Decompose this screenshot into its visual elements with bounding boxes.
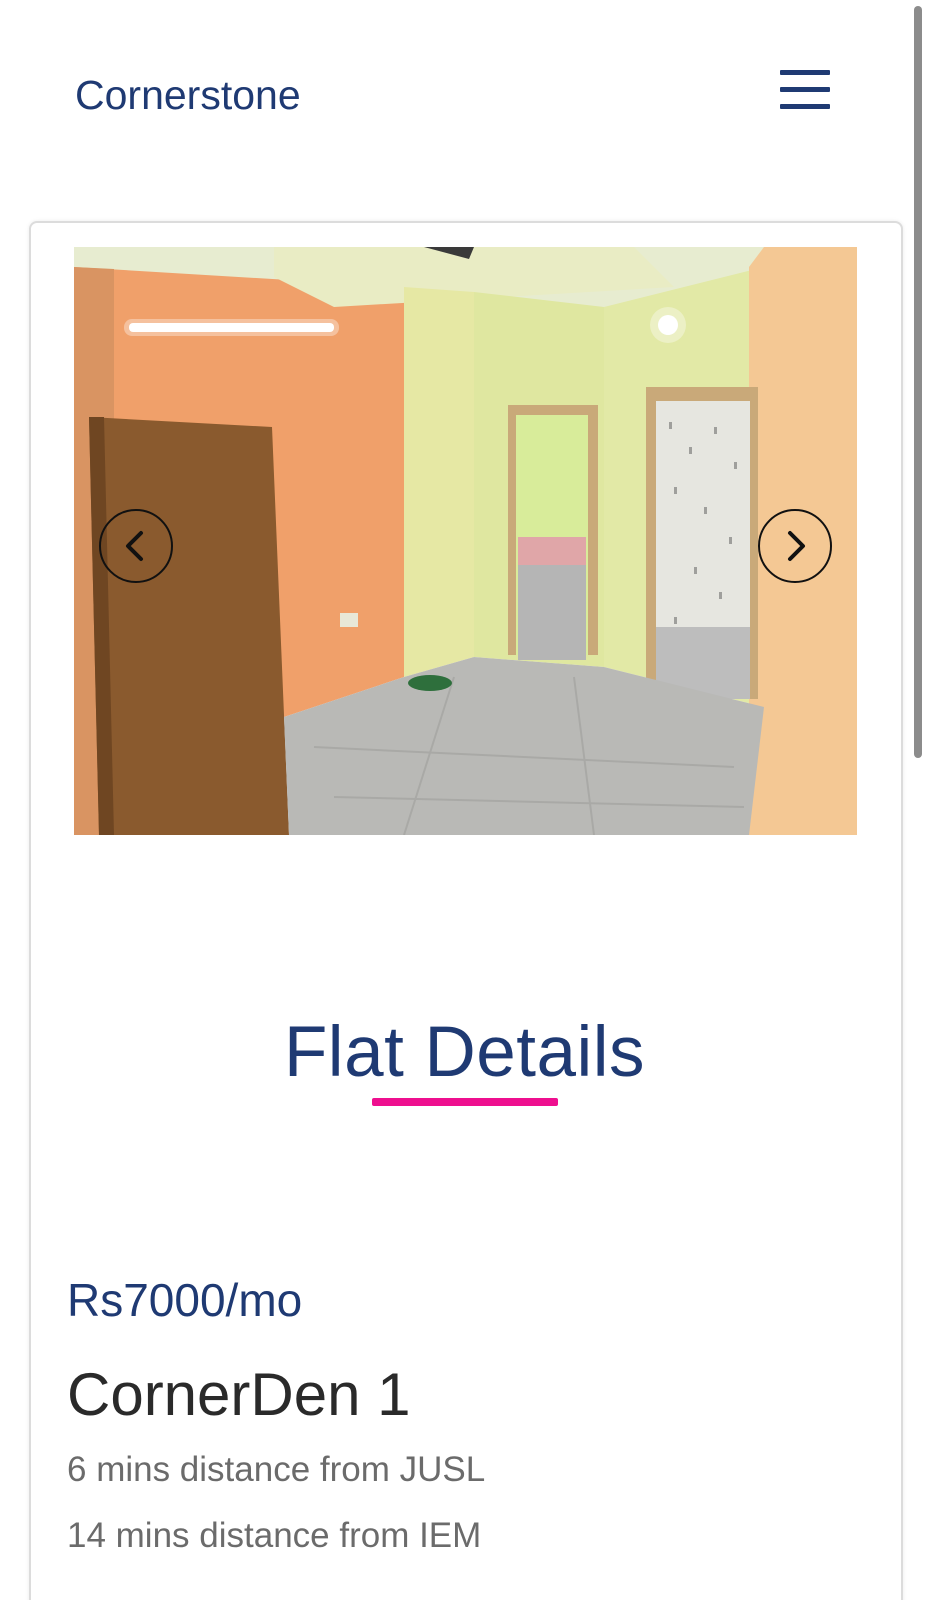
flat-name: CornerDen 1 bbox=[67, 1361, 411, 1428]
chevron-right-icon bbox=[788, 531, 805, 561]
page: Cornerstone Flat Details Rs7000/mo Corne… bbox=[0, 0, 949, 1600]
distance-item: 14 mins distance from IEM bbox=[67, 1516, 482, 1555]
price-label: Rs7000/mo bbox=[67, 1274, 303, 1326]
carousel-prev-button[interactable] bbox=[99, 509, 173, 583]
section-title: Flat Details bbox=[283, 1013, 646, 1092]
chevron-left-icon bbox=[126, 531, 143, 561]
flat-photo bbox=[74, 247, 857, 835]
brand-link[interactable]: Cornerstone bbox=[75, 72, 301, 119]
navbar: Cornerstone bbox=[0, 0, 949, 200]
hamburger-menu-icon[interactable] bbox=[780, 68, 832, 112]
scrollbar-thumb[interactable] bbox=[914, 6, 922, 758]
title-underline bbox=[372, 1098, 558, 1106]
carousel-next-button[interactable] bbox=[758, 509, 832, 583]
distance-item: 6 mins distance from JUSL bbox=[67, 1450, 486, 1489]
image-carousel[interactable] bbox=[74, 247, 857, 835]
